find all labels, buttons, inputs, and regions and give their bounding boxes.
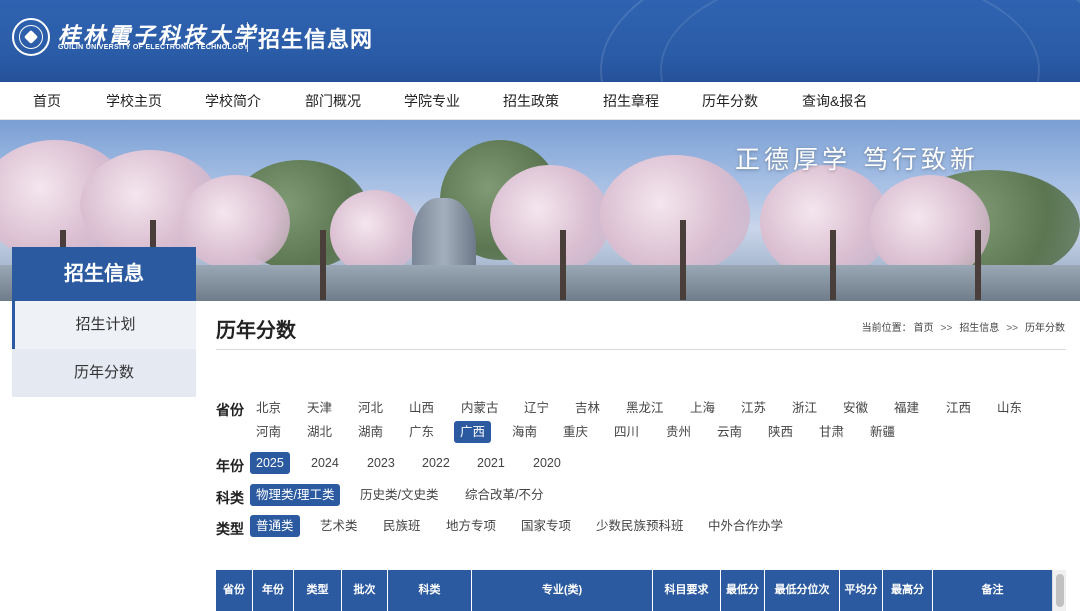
nav-item-charter[interactable]: 招生章程 — [603, 82, 659, 120]
year-label: 年份 — [216, 458, 244, 474]
province-option[interactable]: 山西 — [403, 397, 440, 419]
nav-item-departments[interactable]: 部门概况 — [305, 82, 361, 120]
province-option[interactable]: 辽宁 — [518, 397, 555, 419]
province-option[interactable]: 广西 — [454, 421, 492, 443]
breadcrumb-separator: >> — [940, 323, 953, 334]
table-header-cell: 专业(类) — [472, 570, 653, 611]
nav-item-home[interactable]: 首页 — [33, 82, 61, 120]
site-header: 桂林電子科技大学 GUILIN UNIVERSITY OF ELECTRONIC… — [0, 0, 1080, 82]
year-option[interactable]: 2021 — [471, 452, 511, 474]
year-option[interactable]: 2022 — [416, 452, 456, 474]
table-header-cell: 平均分 — [840, 570, 883, 611]
table-header-cell: 省份 — [216, 570, 253, 611]
type-option[interactable]: 中外合作办学 — [702, 515, 789, 537]
subject-option[interactable]: 历史类/文史类 — [354, 484, 444, 506]
province-option[interactable]: 吉林 — [569, 397, 606, 419]
table-header-cell: 最高分 — [883, 570, 933, 611]
province-option[interactable]: 陕西 — [762, 421, 799, 443]
table-scrollbar[interactable] — [1052, 570, 1066, 611]
year-option[interactable]: 2025 — [250, 452, 290, 474]
nav-item-intro[interactable]: 学校简介 — [205, 82, 261, 120]
breadcrumb-prefix: 当前位置： — [861, 323, 912, 334]
province-option[interactable]: 重庆 — [557, 421, 594, 443]
province-option[interactable]: 贵州 — [660, 421, 697, 443]
province-option[interactable]: 山东 — [991, 397, 1028, 419]
province-option[interactable]: 新疆 — [864, 421, 901, 443]
province-option[interactable]: 四川 — [608, 421, 645, 443]
year-option[interactable]: 2023 — [361, 452, 401, 474]
breadcrumb-current[interactable]: 历年分数 — [1025, 323, 1065, 334]
university-seal-icon[interactable] — [12, 18, 50, 56]
table-header-cell: 批次 — [342, 570, 388, 611]
subject-option[interactable]: 物理类/理工类 — [250, 484, 341, 506]
province-option[interactable]: 黑龙江 — [620, 397, 670, 419]
province-option[interactable]: 内蒙古 — [455, 397, 505, 419]
subject-label: 科类 — [216, 490, 244, 506]
province-option[interactable]: 上海 — [684, 397, 721, 419]
scrollbar-thumb[interactable] — [1056, 574, 1064, 607]
type-option[interactable]: 民族班 — [377, 515, 427, 537]
table-header-cell: 类型 — [294, 570, 342, 611]
title-divider — [216, 349, 1066, 350]
province-option[interactable]: 海南 — [506, 421, 543, 443]
table-header-cell: 年份 — [253, 570, 294, 611]
province-option[interactable]: 河南 — [250, 421, 287, 443]
province-option[interactable]: 江苏 — [735, 397, 772, 419]
sidebar-item-enrollment-plan[interactable]: 招生计划 — [12, 301, 196, 349]
nav-item-query[interactable]: 查询&报名 — [802, 82, 867, 120]
province-option[interactable]: 湖北 — [301, 421, 338, 443]
table-header-cell: 备注 — [981, 584, 1004, 596]
breadcrumb-admissions[interactable]: 招生信息 — [959, 323, 999, 334]
table-header-cell: 最低分 — [721, 570, 765, 611]
table-header-cell: 科目要求 — [653, 570, 721, 611]
nav-item-scores[interactable]: 历年分数 — [702, 82, 758, 120]
sidebar-heading: 招生信息 — [12, 247, 196, 301]
type-option[interactable]: 艺术类 — [314, 515, 364, 537]
sidebar-item-past-scores[interactable]: 历年分数 — [12, 349, 196, 397]
nav-item-policy[interactable]: 招生政策 — [503, 82, 559, 120]
province-option[interactable]: 湖南 — [352, 421, 389, 443]
type-option[interactable]: 少数民族预科班 — [590, 515, 690, 537]
province-option[interactable]: 安徽 — [837, 397, 874, 419]
type-option[interactable]: 国家专项 — [515, 515, 577, 537]
main-nav: 首页 学校主页 学校简介 部门概况 学院专业 招生政策 招生章程 历年分数 查询… — [0, 82, 1080, 120]
province-option[interactable]: 天津 — [301, 397, 338, 419]
site-title[interactable]: 招生信息网 — [258, 22, 373, 54]
year-option[interactable]: 2020 — [527, 452, 567, 474]
province-option[interactable]: 广东 — [403, 421, 440, 443]
type-option[interactable]: 地方专项 — [440, 515, 502, 537]
breadcrumb-separator: >> — [1006, 323, 1018, 334]
subject-option[interactable]: 综合改革/不分 — [459, 484, 549, 506]
province-option[interactable]: 福建 — [888, 397, 925, 419]
breadcrumb: 当前位置： 首页 >> 招生信息 >> 历年分数 — [861, 319, 1066, 334]
nav-item-school-home[interactable]: 学校主页 — [106, 82, 162, 120]
nav-item-colleges[interactable]: 学院专业 — [404, 82, 460, 120]
province-label: 省份 — [216, 402, 244, 418]
page-title: 历年分数 — [216, 320, 296, 342]
table-header-cell: 最低分位次 — [765, 570, 840, 611]
scores-table-header: 省份 年份 类型 批次 科类 专业(类) 科目要求 最低分 最低分位次 平均分 最高分 备注 — [216, 570, 1052, 611]
province-option[interactable]: 浙江 — [786, 397, 823, 419]
province-option[interactable]: 甘肃 — [813, 421, 850, 443]
table-header-cell: 科类 — [388, 570, 472, 611]
province-option[interactable]: 河北 — [352, 397, 389, 419]
banner-slogan: 正德厚学 笃行致新 — [735, 145, 979, 174]
type-option[interactable]: 普通类 — [250, 515, 300, 537]
year-option[interactable]: 2024 — [305, 452, 345, 474]
province-option[interactable]: 北京 — [250, 397, 287, 419]
type-label: 类型 — [216, 521, 244, 537]
province-option[interactable]: 云南 — [711, 421, 748, 443]
header-divider — [247, 22, 248, 52]
province-option[interactable]: 江西 — [940, 397, 977, 419]
breadcrumb-home[interactable]: 首页 — [914, 323, 934, 334]
university-name-en: GUILIN UNIVERSITY OF ELECTRONIC TECHNOLO… — [58, 44, 249, 51]
